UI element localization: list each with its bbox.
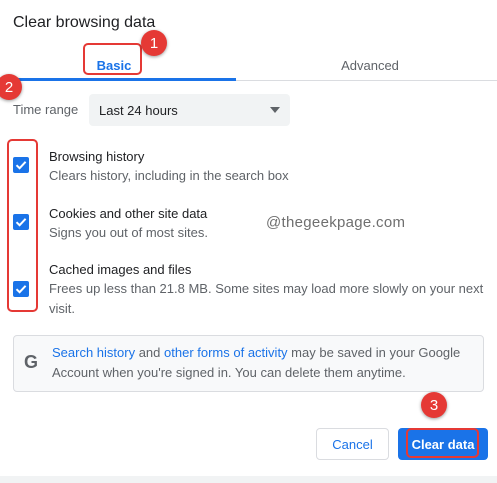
search-history-link[interactable]: Search history — [52, 345, 135, 360]
time-range-value: Last 24 hours — [99, 102, 178, 118]
time-range-label: Time range — [13, 102, 79, 117]
annotation-badge-1: 1 — [141, 30, 167, 56]
annotation-highlight-basic-tab — [83, 43, 142, 75]
other-activity-link[interactable]: other forms of activity — [164, 345, 288, 360]
cached-images-desc-line1: Frees up less than 21.8 MB. Some sites m… — [49, 281, 484, 296]
active-tab-indicator — [0, 78, 236, 81]
cancel-button[interactable]: Cancel — [316, 428, 389, 460]
annotation-badge-2: 2 — [0, 74, 22, 100]
cookies-desc: Signs you out of most sites. — [49, 225, 208, 240]
annotation-highlight-checkboxes — [7, 139, 38, 312]
browsing-history-desc: Clears history, including in the search … — [49, 168, 289, 183]
cached-images-desc-line2: visit. — [49, 301, 75, 316]
cached-images-title: Cached images and files — [49, 262, 192, 277]
time-range-select[interactable]: Last 24 hours — [89, 94, 290, 126]
caret-down-icon — [270, 107, 280, 113]
dialog-footer-strip — [0, 476, 497, 483]
dialog-title: Clear browsing data — [13, 14, 156, 31]
annotation-highlight-clear-button — [406, 428, 479, 458]
tab-advanced[interactable]: Advanced — [300, 50, 440, 80]
watermark: @thegeekpage.com — [266, 214, 406, 231]
google-account-info-text: Search history and other forms of activi… — [52, 345, 461, 380]
browsing-history-title: Browsing history — [49, 149, 145, 164]
google-g-icon: G — [24, 352, 39, 372]
cookies-title: Cookies and other site data — [49, 206, 208, 221]
annotation-badge-3: 3 — [421, 392, 447, 418]
